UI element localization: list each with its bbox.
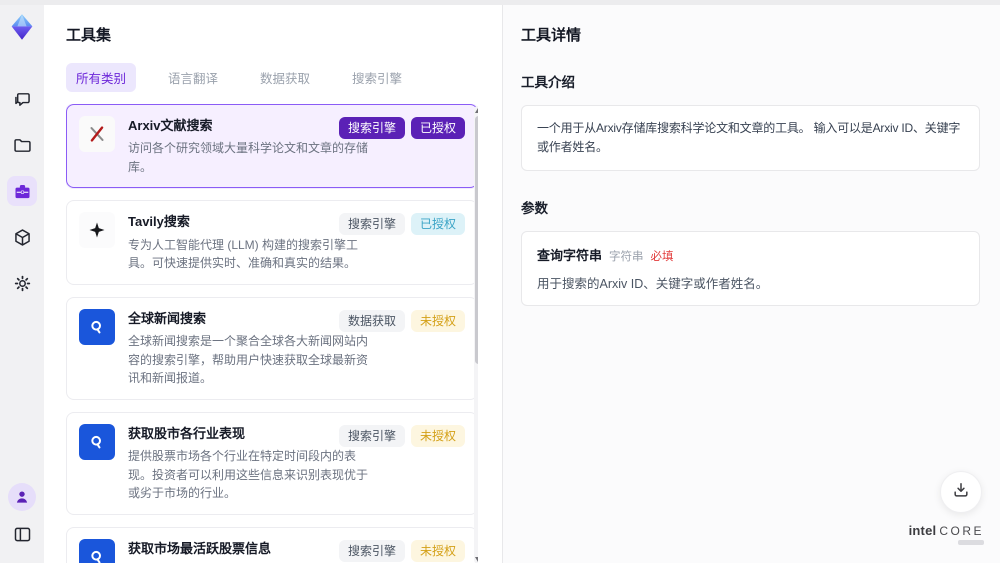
page-title: 工具集 <box>66 27 112 44</box>
cube-icon <box>12 227 33 248</box>
app-window: 工具集 所有类别 语言翻译 数据获取 搜索引擎 Arxiv文献搜索 访问各个研究… <box>0 0 1000 563</box>
tool-card-tavily[interactable]: Tavily搜索 专为人工智能代理 (LLM) 构建的搜索引擎工具。可快速提供实… <box>66 200 478 285</box>
list-scrollbar[interactable] <box>474 106 478 563</box>
sidebar-item-chat[interactable] <box>7 84 37 114</box>
detail-title: 工具详情 <box>521 27 582 44</box>
intro-text: 一个用于从Arxiv存储库搜索科学论文和文章的工具。 输入可以是Arxiv ID… <box>537 121 961 155</box>
category-badge: 数据获取 <box>338 309 405 332</box>
tab-data-fetch[interactable]: 数据获取 <box>250 63 320 92</box>
panel-toggle-icon <box>12 524 33 545</box>
category-badge: 搜索引擎 <box>338 213 405 236</box>
tab-language-translation[interactable]: 语言翻译 <box>158 63 228 92</box>
scrollbar-thumb[interactable] <box>475 116 478 364</box>
news-search-logo-icon <box>79 308 115 345</box>
param-type: 字符串 <box>609 251 644 264</box>
auth-badge: 已授权 <box>410 117 465 139</box>
arxiv-icon <box>79 116 115 152</box>
auth-badge: 已授权 <box>410 213 465 236</box>
auth-badge: 未授权 <box>410 424 465 447</box>
sidebar-item-plugins[interactable] <box>7 222 37 252</box>
intro-box: 一个用于从Arxiv存储库搜索科学论文和文章的工具。 输入可以是Arxiv ID… <box>521 105 980 172</box>
tool-card-active-stocks[interactable]: 获取市场最活跃股票信息 提供当天交易量最高的股票列表，投资者可以利用这些信息来识… <box>66 526 478 563</box>
tool-description: 专为人工智能代理 (LLM) 构建的搜索引擎工具。可快速提供实时、准确和真实的结… <box>128 237 359 271</box>
sidebar-item-settings[interactable] <box>7 268 37 298</box>
param-name: 查询字符串 <box>537 248 603 264</box>
window-top-edge <box>0 0 1000 5</box>
sidebar-nav <box>7 84 37 298</box>
sidebar-bottom <box>7 483 37 549</box>
category-badge: 搜索引擎 <box>338 539 405 562</box>
download-icon <box>951 480 971 505</box>
category-badge: 搜索引擎 <box>338 424 405 447</box>
user-icon <box>13 488 31 506</box>
gear-icon <box>12 273 33 294</box>
chat-icon <box>12 89 33 110</box>
sidebar-item-folder[interactable] <box>7 130 37 160</box>
tab-all-categories[interactable]: 所有类别 <box>66 63 137 92</box>
scrollbar-down-arrow[interactable] <box>475 557 478 562</box>
tool-description: 全球新闻搜索是一个聚合全球各大新闻网站内容的搜索引擎，帮助用户快速获取全球最新资… <box>128 333 369 386</box>
params-heading: 参数 <box>521 201 548 217</box>
tab-search-engine[interactable]: 搜索引擎 <box>342 63 412 92</box>
sidebar-item-account[interactable] <box>8 483 36 511</box>
param-required-badge: 必填 <box>650 251 674 264</box>
param-description: 用于搜索的Arxiv ID、关键字或作者姓名。 <box>537 277 769 292</box>
stock-search-logo-icon <box>79 423 115 460</box>
tool-description: 访问各个研究领域大量科学论文和文章的存储库。 <box>128 141 369 174</box>
tool-card-arxiv[interactable]: Arxiv文献搜索 访问各个研究领域大量科学论文和文章的存储库。 搜索引擎 已授… <box>66 104 478 189</box>
brand-intel-text: intel <box>908 523 937 538</box>
brand-sub-badge <box>958 540 984 545</box>
sidebar-item-tools[interactable] <box>7 176 37 206</box>
intro-heading: 工具介绍 <box>521 75 575 90</box>
toolbox-icon <box>12 181 33 202</box>
tool-card-sector-performance[interactable]: 获取股市各行业表现 提供股票市场各个行业在特定时间段内的表现。投资者可以利用这些… <box>66 411 478 515</box>
tavily-icon <box>79 212 115 249</box>
brand-core-text: core <box>939 524 984 538</box>
stock-search-logo-icon <box>79 538 115 563</box>
category-tabs: 所有类别 语言翻译 数据获取 搜索引擎 <box>66 63 480 92</box>
intel-core-logo: intel core <box>909 523 984 545</box>
auth-badge: 未授权 <box>410 309 465 332</box>
scrollbar-up-arrow[interactable] <box>475 108 478 113</box>
tool-detail-panel: 工具详情 工具介绍 一个用于从Arxiv存储库搜索科学论文和文章的工具。 输入可… <box>503 0 1000 563</box>
auth-badge: 未授权 <box>410 539 465 562</box>
tool-list: Arxiv文献搜索 访问各个研究领域大量科学论文和文章的存储库。 搜索引擎 已授… <box>66 104 478 563</box>
tool-list-panel: 工具集 所有类别 语言翻译 数据获取 搜索引擎 Arxiv文献搜索 访问各个研究… <box>44 0 502 563</box>
sidebar <box>0 0 44 563</box>
tool-description: 提供股票市场各个行业在特定时间段内的表现。投资者可以利用这些信息来识别表现优于或… <box>128 448 369 501</box>
tool-card-global-news[interactable]: 全球新闻搜索 全球新闻搜索是一个聚合全球各大新闻网站内容的搜索引擎，帮助用户快速… <box>66 296 478 400</box>
sidebar-item-panel-toggle[interactable] <box>7 519 37 549</box>
download-button[interactable] <box>940 471 982 513</box>
app-logo-icon <box>8 12 36 42</box>
folder-icon <box>12 135 33 156</box>
category-badge: 搜索引擎 <box>338 117 405 139</box>
param-box: 查询字符串 字符串 必填 用于搜索的Arxiv ID、关键字或作者姓名。 <box>521 231 980 307</box>
